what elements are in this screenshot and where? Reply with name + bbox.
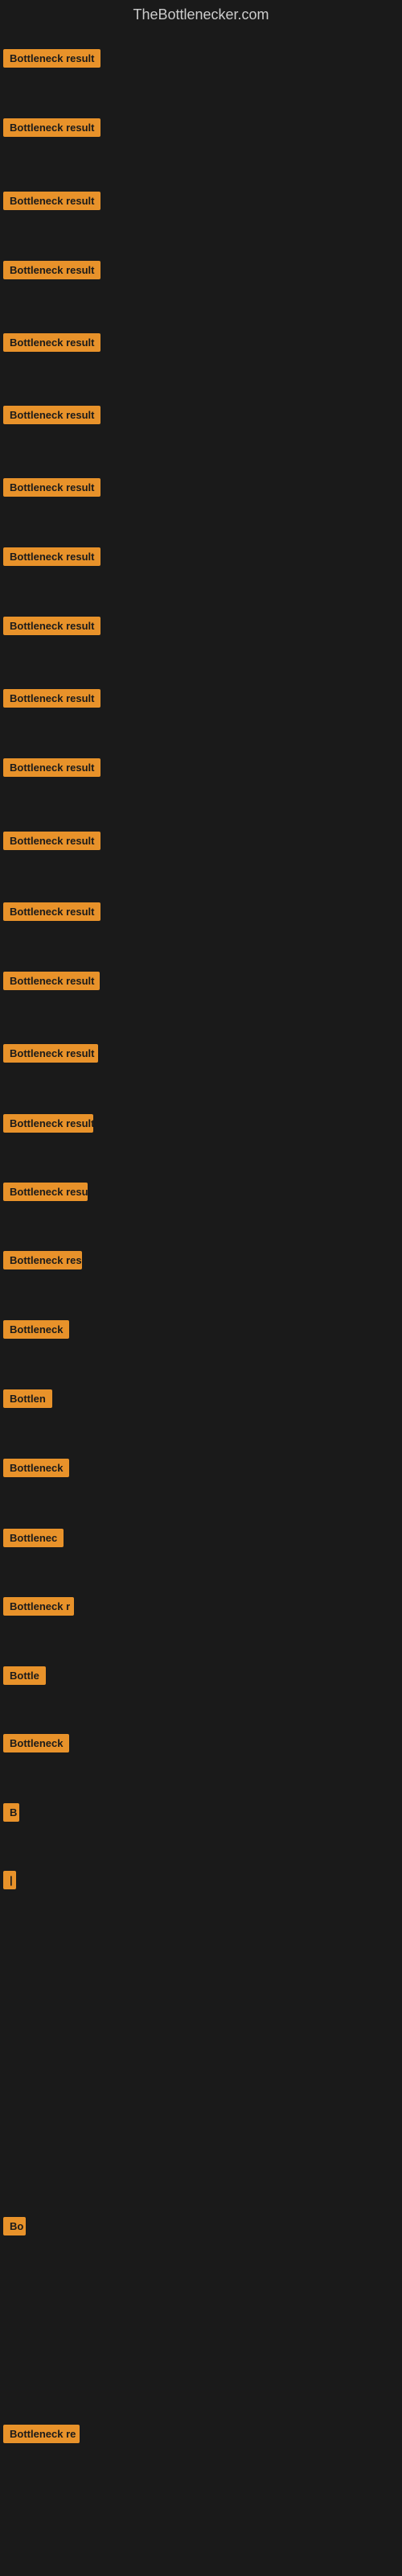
bottleneck-badge[interactable]: Bottleneck result [3, 333, 100, 352]
bottleneck-item: Bottleneck [0, 1455, 72, 1484]
bottleneck-item: Bottleneck result [0, 330, 104, 359]
bottleneck-item: Bottleneck result [0, 1111, 96, 1140]
bottleneck-badge[interactable]: Bottleneck result [3, 1114, 93, 1133]
bottleneck-item: Bottleneck result [0, 188, 104, 217]
bottleneck-badge[interactable]: Bottleneck [3, 1459, 69, 1477]
bottleneck-item: Bottleneck result [0, 613, 104, 642]
bottleneck-item: Bottleneck result [0, 475, 104, 504]
bottleneck-badge[interactable]: Bottleneck r [3, 1597, 74, 1616]
bottleneck-item: Bottleneck [0, 1317, 72, 1346]
bottleneck-badge[interactable]: Bottleneck result [3, 972, 100, 990]
bottleneck-badge[interactable]: Bo [3, 2217, 26, 2235]
bottleneck-badge[interactable]: Bottleneck result [3, 689, 100, 708]
bottleneck-badge[interactable]: Bottleneck result [3, 118, 100, 137]
bottleneck-badge[interactable]: Bottleneck result [3, 478, 100, 497]
bottleneck-item: Bottleneck result [0, 686, 104, 715]
bottleneck-item: Bottlen [0, 1386, 55, 1415]
bottleneck-item: Bottleneck re [0, 2421, 83, 2450]
bottleneck-badge[interactable]: Bottleneck [3, 1320, 69, 1339]
bottleneck-badge[interactable]: Bottleneck res [3, 1251, 82, 1269]
bottleneck-badge[interactable]: Bottleneck result [3, 832, 100, 850]
bottleneck-badge[interactable]: Bottleneck result [3, 192, 100, 210]
site-title: TheBottlenecker.com [0, 0, 402, 30]
bottleneck-item: Bottle [0, 1663, 49, 1692]
bottleneck-item: Bottleneck resu [0, 1179, 91, 1208]
bottleneck-item: B [0, 1800, 23, 1829]
bottleneck-badge[interactable]: B [3, 1803, 19, 1822]
bottleneck-badge[interactable]: Bottleneck result [3, 49, 100, 68]
bottleneck-badge[interactable]: Bottleneck re [3, 2425, 80, 2443]
bottleneck-badge[interactable]: Bottleneck result [3, 261, 100, 279]
bottleneck-badge[interactable]: Bottleneck result [3, 547, 100, 566]
bottleneck-badge[interactable]: Bottleneck result [3, 902, 100, 921]
bottleneck-item: Bottleneck result [0, 828, 104, 857]
bottleneck-item: | [0, 1868, 19, 1897]
bottleneck-item: Bo [0, 2214, 29, 2243]
bottleneck-badge[interactable]: Bottleneck result [3, 406, 100, 424]
bottleneck-badge[interactable]: Bottleneck result [3, 617, 100, 635]
bottleneck-badge[interactable]: Bottle [3, 1666, 46, 1685]
bottleneck-badge[interactable]: Bottleneck [3, 1734, 69, 1752]
bottleneck-item: Bottleneck result [0, 899, 104, 928]
bottleneck-badge[interactable]: Bottleneck result [3, 1044, 98, 1063]
bottleneck-badge[interactable]: Bottlen [3, 1389, 52, 1408]
bottleneck-item: Bottleneck res [0, 1248, 85, 1277]
bottleneck-item: Bottleneck result [0, 258, 104, 287]
bottleneck-item: Bottlenec [0, 1525, 67, 1554]
page-container: TheBottlenecker.com Bottleneck result Bot… [0, 0, 402, 2576]
bottleneck-item: Bottleneck result [0, 402, 104, 431]
bottleneck-item: Bottleneck result [0, 755, 104, 784]
bottleneck-item: Bottleneck result [0, 968, 103, 997]
bottleneck-item: Bottleneck result [0, 46, 104, 75]
bottleneck-badge[interactable]: Bottlenec [3, 1529, 64, 1547]
bottleneck-badge[interactable]: | [3, 1871, 16, 1889]
bottleneck-item: Bottleneck r [0, 1594, 77, 1623]
bottleneck-item: Bottleneck result [0, 544, 104, 573]
bottleneck-badge[interactable]: Bottleneck resu [3, 1183, 88, 1201]
bottleneck-item: Bottleneck result [0, 1041, 101, 1070]
bottleneck-badge[interactable]: Bottleneck result [3, 758, 100, 777]
bottleneck-item: Bottleneck [0, 1731, 72, 1760]
bottleneck-item: Bottleneck result [0, 115, 104, 144]
